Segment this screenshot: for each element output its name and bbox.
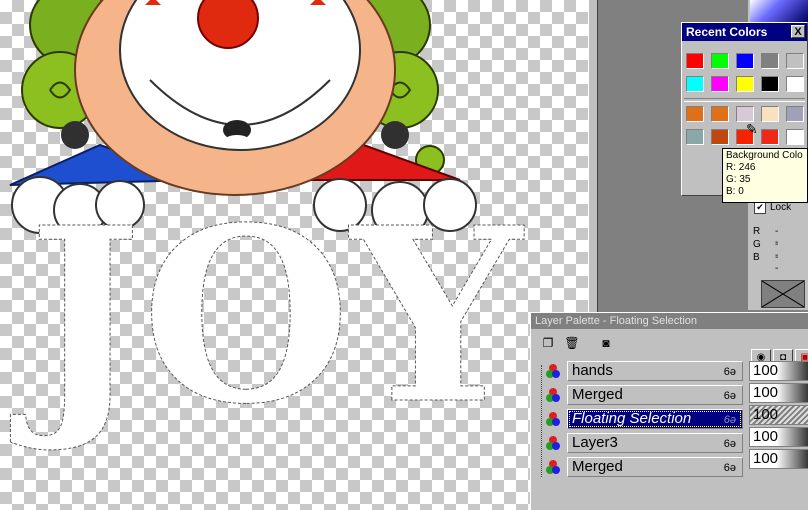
color-swatch[interactable] (761, 106, 779, 122)
layer-type-icon (545, 387, 561, 403)
tooltip-r: R: 246 (726, 162, 756, 173)
layer-name-button[interactable]: Layer3 6ə (567, 433, 743, 453)
color-swatch[interactable] (686, 106, 704, 122)
opacity-slider[interactable]: 100 (749, 427, 808, 447)
layer-name-button[interactable]: Merged 6ə (567, 457, 743, 477)
b-value: -- (775, 252, 779, 274)
opacity-slider[interactable]: 100 (749, 361, 808, 381)
clown-artwork: JOY (10, 0, 525, 458)
layer-name-label: Layer3 (572, 434, 618, 451)
color-swatch[interactable] (786, 106, 804, 122)
close-button[interactable]: X (791, 25, 805, 38)
color-swatch[interactable] (736, 106, 754, 122)
visibility-toggle-icon[interactable]: 6ə (724, 387, 736, 405)
opacity-column: 100 100 100 100 100 (749, 359, 808, 471)
layer-name-label: Floating Selection (572, 410, 692, 427)
tooltip-title: Background Colo (726, 150, 803, 161)
rgb-row-b: B -- (753, 252, 778, 274)
recent-colors-titlebar[interactable]: Recent Colors X (682, 23, 807, 41)
lock-checkbox[interactable]: ✔ (754, 202, 766, 214)
g-label: G (753, 239, 761, 250)
b-label: B (753, 252, 760, 263)
layer-type-icon (545, 411, 561, 427)
layer-row[interactable]: Merged 6ə (537, 455, 743, 479)
opacity-slider[interactable]: 100 (749, 383, 808, 403)
layer-name-label: hands (572, 362, 613, 379)
layer-name-label: Merged (572, 458, 623, 475)
layer-name-label: Merged (572, 386, 623, 403)
color-swatch[interactable] (711, 76, 729, 92)
tooltip-g: G: 35 (726, 174, 751, 185)
layer-palette-title[interactable]: Layer Palette - Floating Selection (531, 313, 808, 329)
color-swatch[interactable] (736, 76, 754, 92)
lock-rgb-panel: ✔ Lock R -- G -- B -- (750, 196, 808, 310)
layer-row[interactable]: Floating Selection 6ə (537, 407, 743, 431)
color-swatch[interactable] (761, 76, 779, 92)
color-tooltip: Background Colo R: 246 G: 35 B: 0 (722, 148, 808, 203)
color-picker-gradient[interactable] (750, 0, 808, 22)
lock-label: Lock (770, 202, 792, 213)
layer-row[interactable]: hands 6ə (537, 359, 743, 383)
image-canvas[interactable]: JOY (0, 0, 588, 510)
no-color-icon (761, 280, 805, 308)
layer-type-icon (545, 435, 561, 451)
layer-name-button[interactable]: hands 6ə (567, 361, 743, 381)
new-layer-icon[interactable]: ❐ (539, 334, 557, 352)
tooltip-b: B: 0 (726, 186, 744, 197)
color-swatch[interactable] (686, 76, 704, 92)
color-swatch[interactable] (686, 129, 704, 145)
visibility-toggle-icon[interactable]: 6ə (724, 363, 736, 381)
swatch-grid-top (686, 53, 804, 92)
joy-artwork-text: JOY (10, 175, 525, 457)
layer-toolbar: ❐ 🗑 ◙ ◉ ◘ ▣ (531, 329, 808, 367)
recent-colors-title: Recent Colors (686, 25, 768, 39)
delete-layer-icon[interactable]: 🗑 (563, 334, 581, 352)
layer-name-button[interactable]: Merged 6ə (567, 385, 743, 405)
color-swatch[interactable] (711, 53, 729, 69)
swatch-divider (684, 98, 805, 102)
color-swatch[interactable] (786, 76, 804, 92)
color-swatch[interactable] (686, 53, 704, 69)
color-swatch[interactable] (761, 53, 779, 69)
color-swatch[interactable] (736, 53, 754, 69)
opacity-slider[interactable]: 100 (749, 405, 808, 425)
visibility-toggle-icon[interactable]: 6ə (724, 459, 736, 477)
color-preview-box[interactable] (761, 280, 805, 308)
rgb-row-r: R -- (753, 226, 778, 248)
layer-row[interactable]: Layer3 6ə (537, 431, 743, 455)
swatch-grid-bottom (686, 106, 804, 145)
layer-type-icon (545, 459, 561, 475)
eyedropper-icon: ✎ (746, 121, 758, 137)
layer-row[interactable]: Merged 6ə (537, 383, 743, 407)
color-swatch[interactable] (711, 129, 729, 145)
layer-palette-window: Layer Palette - Floating Selection ❐ 🗑 ◙… (530, 312, 808, 510)
layer-type-icon (545, 363, 561, 379)
color-swatch[interactable] (786, 129, 804, 145)
r-label: R (753, 226, 761, 237)
mask-icon[interactable]: ◙ (597, 334, 615, 352)
visibility-toggle-icon[interactable]: 6ə (724, 411, 736, 429)
layer-name-button[interactable]: Floating Selection 6ə (567, 409, 743, 429)
color-swatch[interactable] (761, 129, 779, 145)
color-swatch[interactable] (786, 53, 804, 69)
opacity-slider[interactable]: 100 (749, 449, 808, 469)
layer-list: hands 6ə Merged 6ə Floating Selection 6ə Layer… (537, 359, 743, 479)
rgb-row-g: G -- (753, 239, 778, 261)
color-swatch[interactable] (711, 106, 729, 122)
visibility-toggle-icon[interactable]: 6ə (724, 435, 736, 453)
